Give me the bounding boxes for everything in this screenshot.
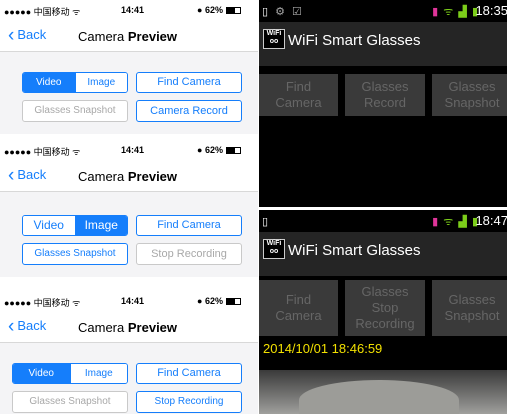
carrier-signal: ●●●●● 中国移动 ᯤ	[4, 298, 81, 308]
ios-screen-1: ●●●●● 中国移动 ᯤ 14:41 ● 62% ‹ Back Camera Pr…	[0, 0, 258, 134]
status-bar: ●●●●● 中国移动 ᯤ 14:41 ● 62%	[0, 0, 258, 22]
battery-icon	[225, 7, 241, 14]
signal-icon: ▟	[458, 216, 468, 228]
action-bar: WiFi oo WiFi Smart Glasses	[259, 232, 507, 276]
battery-indicator: ● 62%	[197, 5, 241, 15]
glasses-snapshot-button[interactable]: Glasses Snapshot	[432, 280, 507, 336]
wifi-icon: ᯤ	[443, 6, 455, 18]
find-camera-button[interactable]: Find Camera	[136, 363, 242, 384]
app-title: WiFi Smart Glasses	[288, 242, 421, 259]
wifi-icon: ᯤ	[443, 216, 455, 228]
glasses-snapshot-button[interactable]: Glasses Snapshot	[22, 243, 128, 265]
ios-screen-2: ●●●●● 中国移动 ᯤ 14:41 ● 62% ‹ Back Camera Pr…	[0, 140, 258, 277]
find-camera-button[interactable]: Find Camera	[136, 72, 242, 93]
chevron-left-icon: ‹	[8, 165, 15, 186]
nav-bar: ‹ Back Camera Preview	[0, 162, 258, 192]
glasses-logo-icon: WiFi oo	[263, 239, 285, 259]
segment-video[interactable]: Video	[13, 364, 70, 383]
glasses-snapshot-button[interactable]: Glasses Snapshot	[432, 74, 507, 116]
sim-icon: ▮	[432, 216, 440, 228]
android-screen-1: ▯ ⚙ ☑ ▮ ᯤ ▟ ▮ 18:35 WiFi oo WiFi Smart Gl…	[259, 0, 507, 207]
status-bar: ●●●●● 中国移动 ᯤ 14:41 ● 62%	[0, 140, 258, 162]
camera-record-button[interactable]: Camera Record	[136, 100, 242, 122]
android-status-bar: ▯ ⚙ ☑ ▮ ᯤ ▟ ▮ 18:35	[259, 0, 507, 22]
control-panel: Video Image Find Camera Glasses Snapshot…	[0, 52, 258, 134]
page-title: Camera Preview	[78, 29, 178, 44]
status-time: 14:41	[121, 5, 145, 15]
ios-screen-3: ●●●●● 中国移动 ᯤ 14:41 ● 62% ‹ Back Camera Pr…	[0, 291, 258, 414]
status-time: 14:41	[121, 296, 145, 306]
camera-preview	[259, 370, 507, 414]
status-time: 14:41	[121, 145, 145, 155]
status-time: 18:35	[475, 3, 507, 18]
find-camera-button[interactable]: Find Camera	[259, 74, 338, 116]
glasses-snapshot-button[interactable]: Glasses Snapshot	[12, 391, 128, 413]
back-button[interactable]: ‹ Back	[8, 25, 46, 46]
chevron-left-icon: ‹	[8, 316, 15, 337]
segment-image[interactable]: Image	[74, 73, 127, 92]
stop-recording-button[interactable]: Stop Recording	[136, 391, 242, 413]
action-bar: WiFi oo WiFi Smart Glasses	[259, 22, 507, 66]
find-camera-button[interactable]: Find Camera	[136, 215, 242, 236]
notification-icons: ▯ ⚙ ☑	[262, 6, 304, 18]
nav-bar: ‹ Back Camera Preview	[0, 313, 258, 343]
android-screen-2: ▯ ▮ ᯤ ▟ ▮ 18:47 WiFi oo WiFi Smart Glasse…	[259, 210, 507, 414]
android-status-bar: ▯ ▮ ᯤ ▟ ▮ 18:47	[259, 210, 507, 232]
glasses-record-button[interactable]: Glasses Record	[345, 74, 425, 116]
page-title: Camera Preview	[78, 320, 178, 335]
stop-recording-button[interactable]: Stop Recording	[136, 243, 242, 265]
nav-bar: ‹ Back Camera Preview	[0, 22, 258, 52]
carrier-signal: ●●●●● 中国移动 ᯤ	[4, 147, 81, 157]
find-camera-button[interactable]: Find Camera	[259, 280, 338, 336]
control-panel: Video Image Find Camera Glasses Snapshot…	[0, 192, 258, 277]
sim-icon: ▮	[432, 6, 440, 18]
segment-video[interactable]: Video	[23, 73, 75, 92]
battery-indicator: ● 62%	[197, 296, 241, 306]
glasses-logo-icon: WiFi oo	[263, 29, 285, 49]
signal-icon: ▟	[458, 6, 468, 18]
mode-segmented-control: Video Image	[12, 363, 128, 384]
system-icons: ▮ ᯤ ▟ ▮	[432, 4, 479, 19]
back-button[interactable]: ‹ Back	[8, 165, 46, 186]
segment-image[interactable]: Image	[74, 216, 127, 235]
battery-indicator: ● 62%	[197, 145, 241, 155]
notification-icons: ▯	[262, 216, 271, 228]
back-button[interactable]: ‹ Back	[8, 316, 46, 337]
battery-icon	[225, 298, 241, 305]
glasses-stop-recording-button[interactable]: Glasses Stop Recording	[345, 280, 425, 336]
system-icons: ▮ ᯤ ▟ ▮	[432, 214, 479, 229]
glasses-snapshot-button[interactable]: Glasses Snapshot	[22, 100, 128, 122]
page-title: Camera Preview	[78, 169, 178, 184]
video-timestamp: 2014/10/01 18:46:59	[263, 341, 383, 356]
segment-video[interactable]: Video	[23, 216, 75, 235]
status-bar: ●●●●● 中国移动 ᯤ 14:41 ● 62%	[0, 291, 258, 313]
mode-segmented-control: Video Image	[22, 215, 128, 236]
status-time: 18:47	[475, 213, 507, 228]
battery-icon	[225, 147, 241, 154]
segment-image[interactable]: Image	[69, 364, 127, 383]
app-title: WiFi Smart Glasses	[288, 32, 421, 49]
carrier-signal: ●●●●● 中国移动 ᯤ	[4, 7, 81, 17]
mode-segmented-control: Video Image	[22, 72, 128, 93]
control-panel: Video Image Find Camera Glasses Snapshot…	[0, 343, 258, 414]
chevron-left-icon: ‹	[8, 25, 15, 46]
